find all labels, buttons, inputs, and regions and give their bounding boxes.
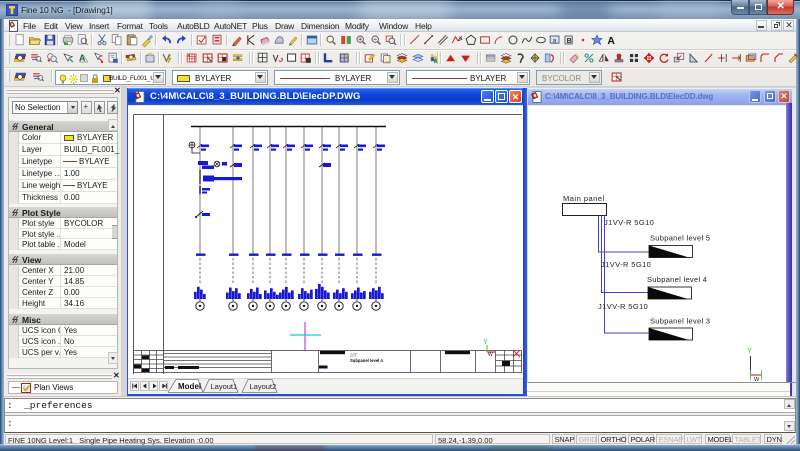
svg-text:Layout2: Layout2 [250, 382, 277, 391]
svg-text:Y: Y [483, 339, 488, 346]
svg-text:Layout1: Layout1 [211, 382, 238, 391]
svg-text:W: W [754, 377, 760, 382]
svg-text:a: a [553, 37, 557, 44]
svg-text:B: B [567, 36, 572, 45]
svg-text:A: A [607, 36, 615, 47]
svg-text:Subpanel level 5: Subpanel level 5 [650, 233, 710, 242]
svg-text:Model: Model [178, 382, 201, 391]
svg-text:△▽: △▽ [350, 352, 357, 357]
svg-text:Y: Y [747, 348, 752, 355]
svg-text:J1VV-R 5G10: J1VV-R 5G10 [601, 260, 651, 269]
svg-text:W: W [488, 352, 493, 358]
svg-text:J1VV-R 5G10: J1VV-R 5G10 [598, 302, 648, 311]
svg-text:Subpanel level 4: Subpanel level 4 [647, 275, 707, 284]
svg-text:Main panel: Main panel [563, 194, 605, 203]
svg-text:Subpanel level 4: Subpanel level 4 [350, 358, 383, 363]
svg-text:J1VV-R 5G10: J1VV-R 5G10 [604, 218, 654, 227]
svg-text:Subpanel level 3: Subpanel level 3 [650, 316, 710, 325]
